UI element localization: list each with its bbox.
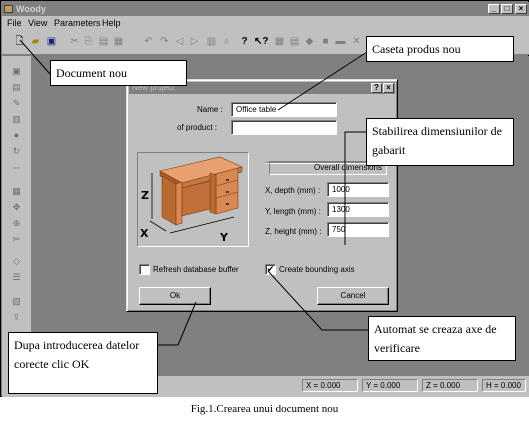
menu-view[interactable]: View bbox=[28, 17, 47, 29]
x-depth-input[interactable]: 1000 bbox=[327, 182, 389, 197]
arrow-right-icon[interactable]: ▷ bbox=[188, 35, 201, 48]
draw-tool-icon[interactable]: ✎ bbox=[10, 98, 23, 109]
x-depth-label: X, depth (mm) : bbox=[265, 186, 321, 195]
title-bar: Woody _ □ × bbox=[2, 2, 529, 16]
ok-button[interactable]: Ok bbox=[139, 287, 211, 305]
solid-icon[interactable]: ■ bbox=[319, 35, 332, 48]
new-document-icon[interactable]: 🗋 bbox=[13, 35, 26, 48]
window-title: Woody bbox=[16, 4, 46, 14]
status-z: Z = 0.000 bbox=[422, 379, 478, 392]
left-toolbar: ▣ ▤ ✎ ▥ ● ↻ ⇔ ▦ ✥ ⊕ ✂ ◇ ☰ ▧ ⇪ ◐ bbox=[2, 56, 32, 376]
context-help-icon[interactable]: ↖? bbox=[254, 35, 269, 48]
hole-tool-icon[interactable]: ● bbox=[10, 130, 23, 141]
name-label: Name : bbox=[197, 105, 223, 114]
move-tool-icon[interactable]: ✥ bbox=[10, 202, 23, 213]
copy-icon[interactable]: ⎘ bbox=[82, 35, 95, 48]
maximize-button[interactable]: □ bbox=[501, 4, 513, 14]
zoom-icon[interactable]: ⌕ bbox=[220, 35, 233, 48]
callout-stabilirea: Stabilirea dimensiunilor de gabarit bbox=[366, 118, 514, 166]
cut-tool-icon[interactable]: ✂ bbox=[10, 234, 23, 245]
app-icon bbox=[4, 5, 13, 13]
export-tool-icon[interactable]: ⇪ bbox=[10, 312, 23, 323]
y-length-label: Y, length (mm) : bbox=[265, 207, 321, 216]
cancel-button[interactable]: Cancel bbox=[317, 287, 389, 305]
new-project-dialog: New project ? × Name : Office table of p… bbox=[126, 79, 398, 312]
grid-icon[interactable]: ▦ bbox=[273, 35, 286, 48]
cube-icon[interactable]: ◆ bbox=[303, 35, 316, 48]
help-icon[interactable]: ? bbox=[238, 35, 251, 48]
axis-x-label: X bbox=[140, 227, 149, 240]
redo-icon[interactable]: ↷ bbox=[158, 35, 171, 48]
refresh-buffer-label: Refresh database buffer bbox=[153, 265, 239, 274]
dialog-help-button[interactable]: ? bbox=[371, 83, 382, 93]
cut-icon[interactable]: ✂ bbox=[68, 35, 81, 48]
joint-tool-icon[interactable]: ◇ bbox=[10, 256, 23, 267]
status-h: H = 0.000 bbox=[482, 379, 526, 392]
print-icon[interactable]: ▦ bbox=[112, 35, 125, 48]
dialog-close-button[interactable]: × bbox=[383, 83, 394, 93]
undo-icon[interactable]: ↶ bbox=[142, 35, 155, 48]
list-tool-icon[interactable]: ☰ bbox=[10, 272, 23, 283]
product-input[interactable] bbox=[231, 120, 337, 135]
menu-file[interactable]: File bbox=[7, 17, 22, 29]
desk-drawing: Z X Y bbox=[140, 156, 243, 244]
z-height-input[interactable]: 750 bbox=[327, 222, 389, 237]
preview-icon[interactable]: ▥ bbox=[205, 35, 218, 48]
menu-parameters[interactable]: Parameters bbox=[54, 17, 101, 29]
mirror-tool-icon[interactable]: ⇔ bbox=[10, 162, 23, 173]
callout-automat: Automat se creaza axe de verificare bbox=[368, 316, 516, 361]
axis-z-label: Z bbox=[141, 189, 149, 202]
menu-help[interactable]: Help bbox=[102, 17, 121, 29]
bounding-axis-checkbox[interactable]: ✔ bbox=[265, 264, 276, 275]
rotate-tool-icon[interactable]: ↻ bbox=[10, 146, 23, 157]
desk-preview-image: Z X Y bbox=[137, 152, 249, 247]
axis-y-label: Y bbox=[219, 231, 229, 244]
minimize-button[interactable]: _ bbox=[488, 4, 500, 14]
status-x: X = 0.000 bbox=[302, 379, 358, 392]
table-icon[interactable]: ▤ bbox=[288, 35, 301, 48]
callout-document-nou: Document nou bbox=[50, 60, 187, 86]
name-input[interactable]: Office table bbox=[231, 102, 337, 117]
figure-caption: Fig.1.Crearea unui document nou bbox=[190, 403, 339, 415]
bounding-axis-label: Create bounding axis bbox=[279, 265, 355, 274]
report-tool-icon[interactable]: ▧ bbox=[10, 296, 23, 307]
close-button[interactable]: × bbox=[515, 4, 527, 14]
edge-tool-icon[interactable]: ▥ bbox=[10, 114, 23, 125]
refresh-buffer-checkbox[interactable] bbox=[139, 264, 150, 275]
status-y: Y = 0.000 bbox=[362, 379, 418, 392]
y-length-input[interactable]: 1300 bbox=[327, 202, 389, 217]
z-height-label: Z, height (mm) : bbox=[265, 227, 322, 236]
save-icon[interactable]: ▣ bbox=[45, 35, 58, 48]
paste-icon[interactable]: ▤ bbox=[97, 35, 110, 48]
open-folder-icon[interactable]: ▰ bbox=[29, 35, 42, 48]
measure-tool-icon[interactable]: ⊕ bbox=[10, 218, 23, 229]
tools-icon[interactable]: ✕ bbox=[350, 35, 363, 48]
chart-icon[interactable]: ▬ bbox=[334, 35, 347, 48]
select-tool-icon[interactable]: ▣ bbox=[10, 66, 23, 77]
product-label: of product : bbox=[177, 123, 218, 132]
panel-tool-icon[interactable]: ▤ bbox=[10, 82, 23, 93]
menu-bar: File View Parameters Help bbox=[2, 16, 529, 30]
align-tool-icon[interactable]: ▦ bbox=[10, 186, 23, 197]
arrow-left-icon[interactable]: ◁ bbox=[173, 35, 186, 48]
callout-caseta-produs: Caseta produs nou bbox=[366, 36, 514, 62]
callout-dupa: Dupa introducerea datelor corecte clic O… bbox=[8, 332, 158, 394]
